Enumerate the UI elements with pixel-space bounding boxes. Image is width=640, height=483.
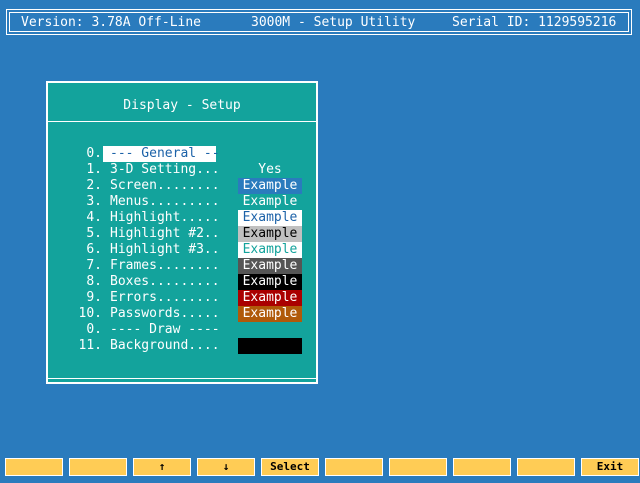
- panel-divider: [48, 121, 316, 122]
- setting-row[interactable]: 9. Errors........ Example: [48, 290, 316, 306]
- serial-id-text: Serial ID: 1129595216: [452, 15, 617, 30]
- color-swatch[interactable]: Example: [238, 258, 302, 274]
- color-swatch[interactable]: [238, 338, 302, 354]
- function-key-button[interactable]: [517, 458, 575, 476]
- setting-label[interactable]: Boxes.........: [110, 274, 220, 290]
- setting-number: 0.: [86, 146, 102, 161]
- version-text: Version: 3.78A Off-Line: [21, 15, 202, 30]
- setting-number: 8.: [86, 274, 102, 289]
- function-key-button[interactable]: [453, 458, 511, 476]
- down-arrow-button[interactable]: ↓: [197, 458, 255, 476]
- setting-value[interactable]: Yes: [238, 162, 302, 178]
- setting-row[interactable]: 8. Boxes......... Example: [48, 274, 316, 290]
- color-swatch[interactable]: Example: [238, 274, 302, 290]
- function-key-button[interactable]: [325, 458, 383, 476]
- color-swatch[interactable]: Example: [238, 194, 302, 210]
- setting-label[interactable]: Frames........: [110, 258, 220, 274]
- setting-number: 11.: [78, 338, 102, 353]
- section-header-row: 0. ---- Draw ----: [48, 322, 316, 338]
- setting-label[interactable]: Screen........: [110, 178, 220, 194]
- setting-label[interactable]: Background....: [110, 338, 220, 354]
- setting-label[interactable]: Menus.........: [110, 194, 220, 210]
- setting-number: 0.: [86, 322, 102, 337]
- select-button[interactable]: Select: [261, 458, 319, 476]
- status-bar: Version: 3.78A Off-Line 3000M - Setup Ut…: [6, 9, 632, 35]
- setting-row[interactable]: 3. Menus......... Example: [48, 194, 316, 210]
- setting-label[interactable]: Errors........: [110, 290, 220, 306]
- setting-number: 10.: [78, 306, 102, 321]
- color-swatch[interactable]: Example: [238, 226, 302, 242]
- setting-number: 5.: [86, 226, 102, 241]
- setting-row[interactable]: 6. Highlight #3.. Example: [48, 242, 316, 258]
- color-swatch[interactable]: Example: [238, 242, 302, 258]
- setting-label[interactable]: Highlight.....: [110, 210, 220, 226]
- setting-number: 1.: [86, 162, 102, 177]
- setting-row[interactable]: 10. Passwords..... Example: [48, 306, 316, 322]
- setting-number: 3.: [86, 194, 102, 209]
- function-key-button[interactable]: [389, 458, 447, 476]
- up-arrow-button[interactable]: ↑: [133, 458, 191, 476]
- panel-bottom-divider: [48, 378, 316, 379]
- setting-label[interactable]: Highlight #3..: [110, 242, 220, 258]
- function-key-bar: ↑ ↓ Select Exit: [0, 458, 640, 476]
- setting-label[interactable]: 3-D Setting...: [110, 162, 220, 178]
- app-title: 3000M - Setup Utility: [251, 15, 416, 30]
- section-label[interactable]: --- General --: [103, 146, 220, 162]
- setting-number: 4.: [86, 210, 102, 225]
- setting-row[interactable]: 4. Highlight..... Example: [48, 210, 316, 226]
- function-key-button[interactable]: [5, 458, 63, 476]
- color-swatch[interactable]: Example: [238, 210, 302, 226]
- color-swatch[interactable]: Example: [238, 290, 302, 306]
- setting-label[interactable]: Highlight #2..: [110, 226, 220, 242]
- setting-number: 9.: [86, 290, 102, 305]
- setting-label[interactable]: Passwords.....: [110, 306, 220, 322]
- setting-row[interactable]: 11. Background....: [48, 338, 316, 354]
- panel-title: Display - Setup: [123, 98, 241, 113]
- setting-row[interactable]: 2. Screen........ Example: [48, 178, 316, 194]
- color-swatch[interactable]: Example: [238, 306, 302, 322]
- section-label: ---- Draw ----: [110, 322, 220, 337]
- setting-number: 7.: [86, 258, 102, 273]
- display-setup-panel: Display - Setup 0. --- General -- 1. 3-D Se…: [46, 81, 318, 384]
- setting-row[interactable]: 7. Frames........ Example: [48, 258, 316, 274]
- section-header-row[interactable]: 0. --- General --: [48, 146, 316, 162]
- setting-row[interactable]: 5. Highlight #2.. Example: [48, 226, 316, 242]
- setting-number: 2.: [86, 178, 102, 193]
- function-key-button[interactable]: [69, 458, 127, 476]
- exit-button[interactable]: Exit: [581, 458, 639, 476]
- setting-number: 6.: [86, 242, 102, 257]
- color-swatch[interactable]: Example: [238, 178, 302, 194]
- setting-row[interactable]: 1. 3-D Setting... Yes: [48, 162, 316, 178]
